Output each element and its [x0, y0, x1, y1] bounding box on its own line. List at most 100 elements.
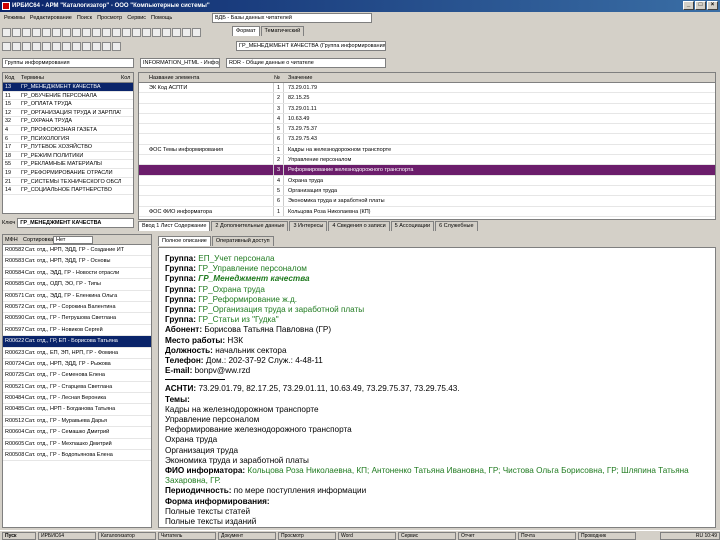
taskbar-button[interactable]: Сервис [398, 531, 456, 540]
first-record-icon[interactable] [102, 27, 111, 37]
field-value[interactable]: 73.29.01.79 [284, 83, 715, 92]
field-value[interactable]: Экономика труда и заработной платы [284, 196, 715, 205]
dictionary-row[interactable]: 11 ГР_ОБУЧЕНИЕ ПЕРСОНАЛА [3, 92, 133, 101]
minimize-button[interactable]: _ [683, 1, 694, 10]
taskbar-button[interactable]: Каталогизатор [98, 531, 156, 540]
delete-icon[interactable] [92, 27, 101, 37]
record-row[interactable]: R00622 Сат. отд., ГР, ЕП - Борисова Татья… [3, 336, 151, 348]
sort-icon[interactable] [52, 41, 61, 51]
mark-icon[interactable] [62, 41, 71, 51]
import-icon[interactable] [152, 27, 161, 37]
record-row[interactable]: R00585 Сат. отд., ОДП, ЭО, ГР - Типы [3, 279, 151, 291]
stats-icon[interactable] [92, 41, 101, 51]
field-value[interactable]: 73.29.01.11 [284, 104, 715, 113]
worksheet-row[interactable]: 3 Реформирование железнодорожного транспо… [139, 165, 715, 176]
close-button[interactable]: × [707, 1, 718, 10]
worksheet-row[interactable]: 4 10.63.49 [139, 113, 715, 125]
open-icon[interactable] [2, 41, 11, 51]
col-count-header[interactable]: Кол [121, 73, 133, 82]
dictionary-row[interactable]: 14 ГР_СОЦИАЛЬНОЕ ПАРТНЕРСТВО [3, 186, 133, 195]
list-icon[interactable] [32, 41, 41, 51]
report-icon[interactable] [102, 41, 111, 51]
database-field[interactable]: ВДБ - Базы данных читателей [212, 13, 372, 23]
record-row[interactable]: R00584 Сат. отд., ЭДД, ГР - Новости отрас… [3, 268, 151, 280]
dictionary-row[interactable]: 6 ГР_ПСИХОЛОГИЯ [3, 135, 133, 144]
field-value[interactable]: Реформирование железнодорожного транспор… [284, 165, 715, 174]
key-input[interactable]: ГР_МЕНЕДЖМЕНТ КАЧЕСТВА [17, 218, 134, 228]
save-icon[interactable] [12, 27, 21, 37]
col-code-header[interactable]: Код [3, 73, 21, 82]
record-row[interactable]: R00604 Сат. отд., ГР - Семашко Дмитрий [3, 427, 151, 439]
dictionary-row[interactable]: 18 ГР_РЕЖИМ ПОЛИТИКИ [3, 152, 133, 161]
record-row[interactable]: R00583 Сат. отд., НРП, ЭДД, ГР - Основы [3, 256, 151, 268]
worksheet-row[interactable]: ФОС Темы информирования 1 Кадры на железно… [139, 144, 715, 156]
worksheet-row[interactable]: 2 Управление персоналом [139, 155, 715, 166]
tab-worksheet-6[interactable]: 6 Служебные [435, 221, 478, 231]
taskbar-button[interactable]: Документ [218, 531, 276, 540]
col-name-header[interactable]: Название элемента [139, 73, 274, 82]
record-row[interactable]: R00623 Сат. отд., ЕП, ЭП, НРП, ГР - Фомин… [3, 348, 151, 359]
tab-format[interactable]: Формат [232, 26, 260, 36]
dictionary-row[interactable]: 32 ГР_ОХРАНА ТРУДА [3, 117, 133, 126]
worksheet-row[interactable]: 2 82.15.25 [139, 93, 715, 104]
search-icon[interactable] [42, 27, 51, 37]
taskbar-button[interactable]: Просмотр [278, 531, 336, 540]
record-row[interactable]: R00605 Сат. отд., ГР - Мехпашко Дмитрий [3, 439, 151, 451]
tab-operational-access[interactable]: Оперативный доступ [211, 236, 274, 246]
bold-icon[interactable] [12, 41, 21, 51]
email-value[interactable]: bonpv@ww.rzd [195, 366, 251, 375]
field-value[interactable]: 73.29.75.37 [284, 124, 715, 133]
record-row[interactable]: R00582 Сат. отд., НРП, ЭДД, ГР - Создание… [3, 245, 151, 257]
worksheet-row[interactable]: 6 73.29.75.43 [139, 134, 715, 145]
menu-item-edit[interactable]: Редактирование [30, 12, 72, 24]
record-row[interactable]: R00571 Сат. отд., ЭДД, ГР - Еленкина Ольг… [3, 291, 151, 302]
worksheet-row[interactable]: 6 Экономика труда и заработной платы [139, 196, 715, 207]
field-value[interactable]: Кольцова Роза Николаевна (КП) [284, 207, 715, 216]
field-value[interactable]: Охрана труда [284, 176, 715, 185]
tab-worksheet-2[interactable]: 2 Дополнительные данные [211, 221, 289, 231]
export-icon[interactable] [142, 27, 151, 37]
record-row[interactable]: R00512 Сат. отд., ГР - Муравьева Дарья [3, 416, 151, 428]
worksheet-row[interactable]: 5 73.29.75.37 [139, 124, 715, 135]
col-n-header[interactable]: № [274, 73, 284, 82]
global-icon[interactable] [82, 41, 91, 51]
field-value[interactable]: 82.15.25 [284, 93, 715, 102]
field-value[interactable]: Кадры на железнодорожном транспорте [284, 145, 715, 154]
menu-item-service[interactable]: Сервис [127, 12, 146, 24]
dictionary-row[interactable]: 13 ГР_МЕНЕДЖМЕНТ КАЧЕСТВА [3, 83, 133, 92]
record-row[interactable]: R00572 Сат. отд., ГР - Сорокина Валентина [3, 302, 151, 314]
record-row[interactable]: R00485 Сат. отд., НРП - Богданова Татьяна [3, 404, 151, 416]
record-row[interactable]: R00484 Сат. отд., ГР - Лесная Вероника [3, 393, 151, 405]
dictionary-row[interactable]: 17 ГР_ПУТЕВОЕ ХОЗЯЙСТВО [3, 143, 133, 152]
print-icon[interactable] [72, 27, 81, 37]
record-row[interactable]: R00725 Сат. отд., ГР - Семенова Елена [3, 370, 151, 382]
help-icon[interactable] [192, 27, 201, 37]
dictionary-row[interactable]: 19 ГР_РЕФОРМИРОВАНИЕ ОТРАСЛИ [3, 169, 133, 178]
filter-icon[interactable] [82, 27, 91, 37]
field-value[interactable]: 10.63.49 [284, 114, 715, 123]
prev-record-icon[interactable] [112, 27, 121, 37]
worksheet-row[interactable]: 4 Охрана труда [139, 175, 715, 186]
undo-icon[interactable] [22, 27, 31, 37]
col-mfn-header[interactable]: МФН [3, 235, 23, 244]
worksheet-row[interactable]: 5 Организация труда [139, 185, 715, 197]
dictionary-row[interactable]: 55 ГР_РЕКЛАМНЫЕ МАТЕРИАЛЫ [3, 160, 133, 169]
taskbar-button[interactable]: Читатель [158, 531, 216, 540]
worksheet-row[interactable]: ФОС ФИО информатора 1 Кольцова Роза Никола… [139, 206, 715, 217]
table-icon[interactable] [22, 41, 31, 51]
thematic-field[interactable]: ГР_МЕНЕДЖМЕНТ КАЧЕСТВА (Группа информиро… [236, 41, 386, 51]
record-row[interactable]: R00597 Сат. отд., ГР - Новиков Сергей [3, 325, 151, 337]
maximize-button[interactable]: □ [695, 1, 706, 10]
dictionary-row[interactable]: 21 ГР_СИСТЕМЫ ТЕХНИЧЕСКОГО ОБСЛУЖИВАНИЯ [3, 178, 133, 187]
cancel-icon[interactable] [172, 27, 181, 37]
record-row[interactable]: R00724 Сат. отд., НРП, ЭДД, ГР - Рыжова [3, 359, 151, 371]
worksheet-row[interactable]: 3 73.29.01.11 [139, 103, 715, 114]
dictionary-combo[interactable]: Группы информирования [2, 58, 134, 68]
taskbar-button[interactable]: Word [338, 531, 396, 540]
taskbar-button[interactable]: Отчет [458, 531, 516, 540]
tab-worksheet-5[interactable]: 5 Ассоциации [390, 221, 435, 231]
tab-full-description[interactable]: Полное описание [158, 236, 211, 246]
field-value[interactable]: Управление персоналом [284, 155, 715, 164]
worksheet-combo[interactable]: RDR - Общие данные о читателе [226, 58, 386, 68]
dictionary-row[interactable]: 15 ГР_ОПЛАТА ТРУДА [3, 100, 133, 109]
